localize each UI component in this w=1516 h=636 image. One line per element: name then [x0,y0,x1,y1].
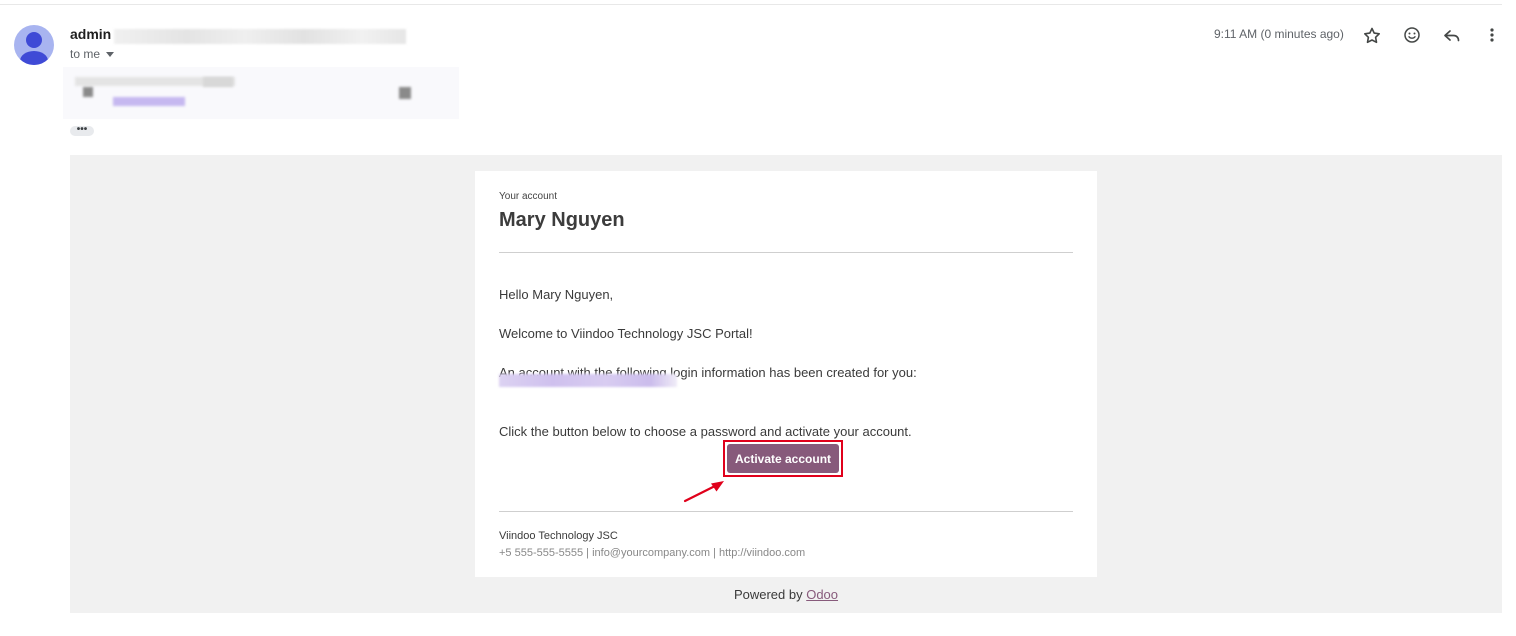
card-subtitle: Your account [499,191,558,202]
annotation-arrow [683,481,724,503]
welcome-text: Welcome to Viindoo Technology JSC Portal… [499,326,753,341]
timestamp: 9:11 AM (0 minutes ago) [1214,27,1344,41]
recipient-toggle[interactable]: to me [70,47,115,61]
sender-email-redacted [114,29,406,44]
company-contact: +5 555-555-5555 | info@yourcompany.com |… [499,547,806,559]
odoo-link[interactable]: Odoo [806,587,838,602]
redacted-mark [399,87,411,99]
greeting-text: Hello Mary Nguyen, [499,287,614,302]
activate-highlight-box: Activate account [723,440,843,477]
login-email-redacted [499,374,677,387]
sender-avatar[interactable] [14,25,54,65]
top-divider [0,4,1502,5]
sender-name[interactable]: admin [70,26,111,42]
reply-icon[interactable] [1440,24,1464,48]
avatar-body-shape [20,51,48,65]
show-trimmed-content-button[interactable]: ••• [70,125,94,136]
powered-by-text: Powered by [733,587,807,602]
account-card: Your account Mary Nguyen Hello Mary Nguy… [475,171,1097,577]
email-body-frame: Your account Mary Nguyen Hello Mary Nguy… [70,155,1502,613]
account-name: Mary Nguyen [499,209,625,231]
emoji-icon[interactable] [1400,24,1424,48]
powered-by: Powered by Odoo [70,587,1502,602]
caret-down-icon [106,52,115,58]
redacted-mark [83,87,93,97]
redacted-line [203,77,233,87]
recipient-label: to me [70,47,101,61]
header-divider [499,252,1073,253]
footer-divider [499,511,1073,512]
company-name: Viindoo Technology JSC [499,530,618,542]
activate-account-button[interactable]: Activate account [727,444,839,473]
redacted-link [113,97,185,106]
avatar-head-shape [26,32,42,48]
redacted-details [63,67,459,119]
more-vert-icon[interactable] [1480,24,1504,48]
star-icon[interactable] [1360,24,1384,48]
instruction-text: Click the button below to choose a passw… [499,424,912,439]
